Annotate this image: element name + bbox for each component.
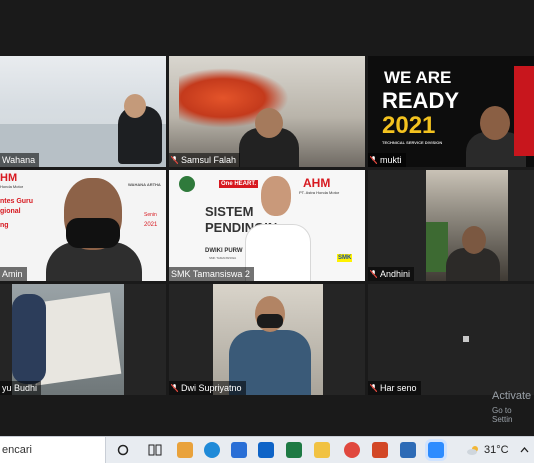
person-head xyxy=(124,94,146,118)
participant-name-label: Dwi Supriyatno xyxy=(169,381,246,395)
participant-tile[interactable]: HM Honda Motor ntes Guru gional ng WAHAN… xyxy=(0,170,166,281)
participant-tile[interactable]: Samsul Falah xyxy=(169,56,365,167)
task-view-icon[interactable] xyxy=(148,443,162,457)
temperature-text[interactable]: 31°C xyxy=(484,437,509,463)
participant-name-label: Wahana xyxy=(0,153,40,167)
meeting-top-area xyxy=(0,0,534,56)
smk-logo-text: SMK xyxy=(337,254,353,262)
store-icon[interactable] xyxy=(177,442,193,458)
participant-name-label: Har seno xyxy=(368,381,421,395)
file-explorer-icon[interactable] xyxy=(314,442,330,458)
participant-tile[interactable]: One HEART. AHM PT. Astra Honda Motor SIS… xyxy=(169,170,365,281)
person-head xyxy=(462,226,486,254)
honda-motor-text: Honda Motor xyxy=(0,184,24,189)
participant-name-label: SMK Tamansiswa 2 xyxy=(169,267,254,281)
photos-icon[interactable] xyxy=(400,442,416,458)
activate-windows-subtitle: Go to Settin xyxy=(492,406,513,424)
school-logo xyxy=(179,176,195,192)
ahm-logo-text: HM xyxy=(0,172,18,184)
event-title-1: ntes Guru xyxy=(0,198,34,205)
participant-tile[interactable]: Har seno xyxy=(368,284,534,395)
senin-text: Senin xyxy=(144,212,157,218)
astra-honda-text: PT. Astra Honda Motor xyxy=(299,190,340,195)
person-silhouette xyxy=(12,294,46,384)
video-off-icon xyxy=(463,336,469,342)
chevron-up-icon[interactable] xyxy=(520,446,529,453)
participant-name-label: mukti xyxy=(368,153,406,167)
muted-mic-icon xyxy=(370,270,377,278)
participant-tile[interactable]: Andhini xyxy=(368,170,534,281)
participant-tile[interactable]: Wahana xyxy=(0,56,166,167)
powerpoint-icon[interactable] xyxy=(372,442,388,458)
video-off-background xyxy=(368,284,534,395)
one-heart-text: One HEART. xyxy=(219,180,259,188)
participant-name-label: yu Budhi xyxy=(0,381,42,395)
person-head xyxy=(261,176,291,216)
plant-graphic xyxy=(426,222,448,272)
participant-name-label: Samsul Falah xyxy=(169,153,241,167)
start-search-circle-icon[interactable] xyxy=(117,444,129,456)
red-accent xyxy=(514,66,534,156)
muted-mic-icon xyxy=(171,384,178,392)
excel-icon[interactable] xyxy=(286,442,302,458)
person-body xyxy=(245,224,311,281)
zoom-app-icon[interactable] xyxy=(428,442,444,458)
muted-mic-icon xyxy=(171,156,178,164)
presenter-school-text: SMK TAMANSISWA xyxy=(209,256,237,260)
banner-we-are: WE ARE xyxy=(384,68,452,87)
banner-tsd: TECHNICAL SERVICE DIVISION xyxy=(382,140,443,145)
year-text: 2021 xyxy=(144,222,158,228)
face-mask xyxy=(257,314,283,328)
participant-tile[interactable]: Dwi Supriyatno xyxy=(169,284,365,395)
chrome-icon[interactable] xyxy=(344,442,360,458)
windows-taskbar: encari 31°C xyxy=(0,436,534,463)
banner-year: 2021 xyxy=(382,112,436,139)
activate-windows-title: Activate xyxy=(492,390,532,402)
wahana-artha-text: WAHANA ARTHA xyxy=(128,182,161,187)
mail-icon[interactable] xyxy=(231,442,247,458)
event-title-3: ng xyxy=(0,222,9,229)
outlook-icon[interactable] xyxy=(258,442,274,458)
taskbar-search-input[interactable]: encari xyxy=(0,437,106,463)
ahm-logo-text: AHM xyxy=(303,176,331,190)
person-head xyxy=(480,106,510,140)
presenter-name-text: DWIKI PURW xyxy=(205,248,243,254)
slide-title-1: SISTEM xyxy=(205,204,254,219)
participant-tile[interactable]: yu Budhi xyxy=(0,284,166,395)
banner-ready: READY xyxy=(382,88,460,113)
muted-mic-icon xyxy=(370,384,377,392)
face-mask xyxy=(66,218,120,248)
muted-mic-icon xyxy=(370,156,377,164)
participant-tile[interactable]: WE ARE READY 2021 TECHNICAL SERVICE DIVI… xyxy=(368,56,534,167)
participant-name-label: Andhini xyxy=(368,267,415,281)
edge-browser-icon[interactable] xyxy=(204,442,220,458)
event-title-2: gional xyxy=(0,208,21,215)
participant-name-label: Amin xyxy=(0,267,27,281)
weather-cloud-icon xyxy=(467,446,478,455)
person-head xyxy=(255,108,283,138)
